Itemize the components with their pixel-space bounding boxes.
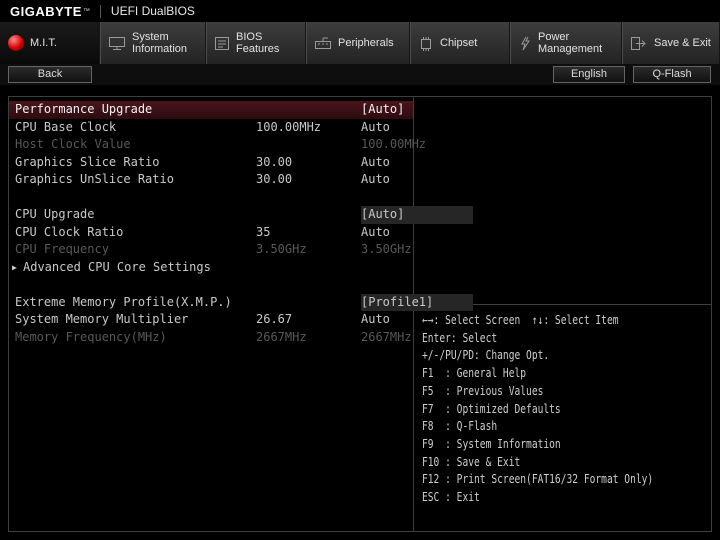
setting-value: Auto (361, 172, 390, 186)
setting-row-graphics-slice-ratio[interactable]: Graphics Slice Ratio 30.00 Auto (9, 154, 413, 172)
setting-row-cpu-base-clock[interactable]: CPU Base Clock 100.00MHz Auto (9, 119, 413, 137)
setting-current: 35 (256, 224, 271, 239)
main-area: Performance Upgrade [Auto] CPU Base Cloc… (8, 96, 712, 532)
setting-row-cpu-frequency: CPU Frequency 3.50GHz 3.50GHz (9, 241, 413, 259)
setting-current: 30.00 (256, 154, 293, 169)
language-button[interactable]: English (553, 66, 625, 83)
help-line: F5 : Previous Values (422, 383, 544, 398)
chipset-icon (418, 36, 434, 51)
toolbar: Back English Q-Flash (0, 64, 720, 85)
tab-system-information[interactable]: System Information (100, 22, 206, 64)
setting-value: 100.00MHz (361, 137, 427, 151)
setting-row-graphics-unslice-ratio[interactable]: Graphics UnSlice Ratio 30.00 Auto (9, 171, 413, 189)
tab-label: Save & Exit (654, 37, 711, 49)
app-title: UEFI DualBIOS (110, 4, 195, 18)
setting-label: Host Clock Value (15, 137, 131, 151)
row-spacer (9, 276, 413, 294)
help-line: F8 : Q-Flash (422, 419, 498, 434)
setting-label: System Memory Multiplier (15, 312, 189, 326)
setting-row-cpu-upgrade[interactable]: CPU Upgrade [Auto] (9, 206, 473, 224)
tab-label: Peripherals (338, 37, 394, 49)
setting-row-host-clock-value: Host Clock Value 100.00MHz (9, 136, 426, 154)
power-icon (518, 36, 532, 51)
help-line: ←→: Select Screen ↑↓: Select Item (422, 313, 619, 327)
key-legend: ←→: Select Screen ↑↓: Select Item Enter:… (414, 305, 711, 531)
tab-save-exit[interactable]: Save & Exit (622, 22, 720, 64)
tab-label: M.I.T. (30, 37, 57, 49)
setting-value: Auto (361, 119, 390, 134)
help-line: F12 : Print Screen(FAT16/32 Format Only) (422, 472, 654, 487)
setting-row-extreme-memory-profile[interactable]: Extreme Memory Profile(X.M.P.) [Profile1… (9, 293, 473, 311)
peripherals-icon (314, 36, 332, 51)
qflash-button[interactable]: Q-Flash (633, 66, 711, 83)
titlebar: GIGABYTE ™ UEFI DualBIOS (0, 0, 720, 22)
tab-label: BIOS Features (236, 31, 280, 55)
red-sphere-icon (8, 35, 24, 51)
help-line: F9 : System Information (422, 436, 561, 451)
help-line: F10 : Save & Exit (422, 454, 521, 469)
setting-current: 26.67 (256, 312, 293, 326)
trademark-mark: ™ (82, 7, 90, 15)
submenu-arrow-icon: ▶ (12, 262, 17, 272)
setting-label: CPU Clock Ratio (15, 224, 124, 239)
back-button[interactable]: Back (8, 66, 92, 83)
help-line: Enter: Select (422, 330, 498, 345)
tab-bios-features[interactable]: BIOS Features (206, 22, 306, 64)
settings-panel: Performance Upgrade [Auto] CPU Base Cloc… (9, 97, 473, 531)
help-line: +/-/PU/PD: Change Opt. (422, 348, 550, 363)
setting-current: 2667MHz (256, 329, 307, 344)
row-spacer (9, 189, 413, 207)
tab-label: System Information (132, 31, 188, 55)
setting-row-cpu-clock-ratio[interactable]: CPU Clock Ratio 35 Auto (9, 224, 413, 242)
setting-value: 3.50GHz (361, 242, 412, 256)
setting-value: Auto (361, 224, 390, 239)
save-exit-icon (630, 36, 648, 51)
tab-peripherals[interactable]: Peripherals (306, 22, 410, 64)
setting-label: Performance Upgrade (15, 102, 153, 116)
setting-current: 30.00 (256, 172, 293, 186)
setting-current: 100.00MHz (256, 119, 322, 134)
setting-label: CPU Upgrade (15, 207, 95, 221)
setting-label: CPU Base Clock (15, 119, 117, 134)
setting-label: Memory Frequency(MHz) (15, 329, 167, 344)
setting-label: Graphics Slice Ratio (15, 154, 160, 169)
setting-row-memory-frequency: Memory Frequency(MHz) 2667MHz 2667MHz (9, 329, 413, 347)
setting-current: 3.50GHz (256, 242, 307, 256)
tab-bar: M.I.T. System Information BIOS Features … (0, 22, 720, 64)
tab-chipset[interactable]: Chipset (410, 22, 510, 64)
setting-value: [Auto] (361, 102, 405, 116)
setting-label: Advanced CPU Core Settings (23, 259, 211, 274)
titlebar-divider (99, 4, 101, 18)
setting-row-performance-upgrade[interactable]: Performance Upgrade [Auto] (9, 101, 414, 119)
monitor-icon (108, 36, 126, 51)
help-line: F7 : Optimized Defaults (422, 401, 561, 416)
setting-label: CPU Frequency (15, 242, 109, 256)
setting-value: [Auto] (361, 206, 473, 224)
bios-list-icon (214, 36, 230, 51)
setting-label: Graphics UnSlice Ratio (15, 172, 174, 186)
setting-label: Extreme Memory Profile(X.M.P.) (15, 294, 232, 309)
help-line: F1 : General Help (422, 366, 527, 381)
tab-label: Power Management (538, 31, 603, 55)
setting-value: [Profile1] (361, 293, 473, 311)
help-line: ESC : Exit (422, 490, 480, 505)
tab-mit[interactable]: M.I.T. (0, 22, 100, 64)
setting-row-system-memory-multiplier[interactable]: System Memory Multiplier 26.67 Auto (9, 311, 413, 329)
setting-value: Auto (361, 154, 390, 169)
tab-power-management[interactable]: Power Management (510, 22, 622, 64)
bios-screen: GIGABYTE ™ UEFI DualBIOS M.I.T. System I… (0, 0, 720, 540)
tab-label: Chipset (440, 37, 478, 49)
gigabyte-logo: GIGABYTE (10, 3, 82, 19)
setting-row-advanced-cpu-core-settings[interactable]: ▶ Advanced CPU Core Settings (9, 259, 413, 277)
